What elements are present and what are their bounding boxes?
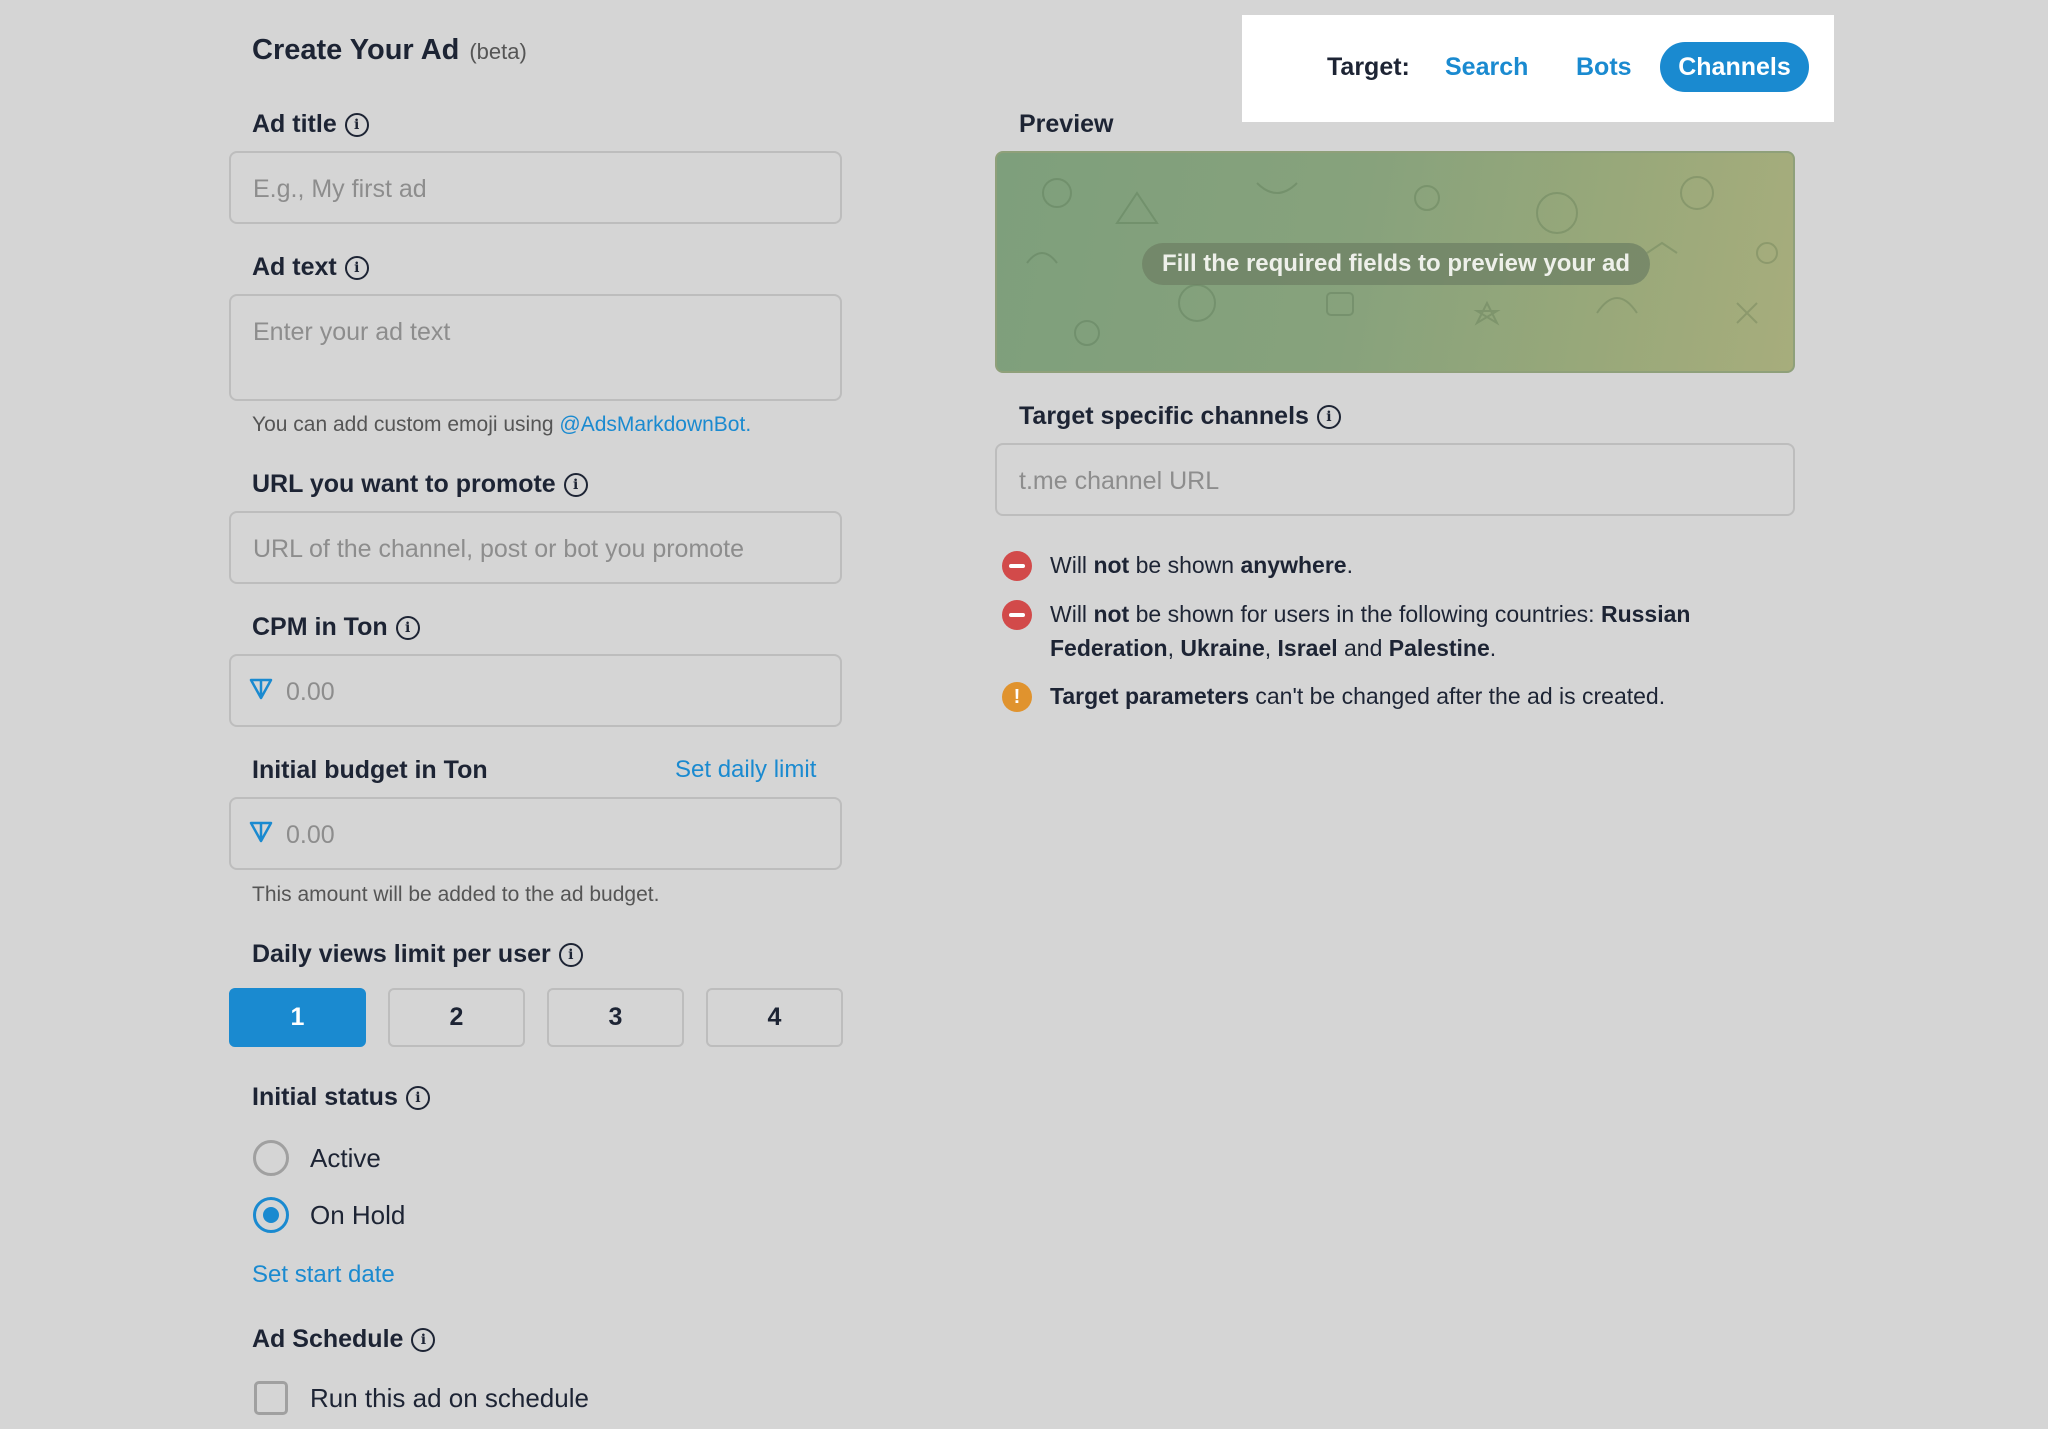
page-title-text: Create Your Ad xyxy=(252,34,460,66)
note-country-restriction: Will not be shown for users in the follo… xyxy=(1050,601,1691,661)
status-onhold-radio[interactable] xyxy=(253,1197,289,1233)
emoji-hint-text: You can add custom emoji using xyxy=(252,413,560,436)
ads-markdown-bot-link[interactable]: @AdsMarkdownBot xyxy=(559,413,745,436)
target-selector: Target: Search Bots Channels xyxy=(1242,15,1834,122)
cpm-label-text: CPM in Ton xyxy=(252,613,388,641)
budget-hint: This amount will be added to the ad budg… xyxy=(252,883,660,906)
set-daily-limit-link[interactable]: Set daily limit xyxy=(675,756,816,784)
beta-badge: (beta) xyxy=(469,39,527,64)
channels-label-text: Target specific channels xyxy=(1019,402,1309,430)
budget-label-text: Initial budget in Ton xyxy=(252,756,488,784)
channel-url-input[interactable]: t.me channel URL xyxy=(995,443,1795,516)
info-icon[interactable]: i xyxy=(1316,404,1341,429)
page-title: Create Your Ad (beta) xyxy=(252,34,527,67)
warning-icon: ! xyxy=(1002,682,1032,712)
target-bots-tab[interactable]: Bots xyxy=(1576,53,1632,82)
url-input[interactable]: URL of the channel, post or bot you prom… xyxy=(229,511,842,584)
target-search-tab[interactable]: Search xyxy=(1445,53,1528,82)
ad-title-placeholder: E.g., My first ad xyxy=(253,175,427,203)
schedule-label-text: Ad Schedule xyxy=(252,1325,404,1353)
views-option-3[interactable]: 3 xyxy=(547,988,684,1047)
schedule-checkbox-label[interactable]: Run this ad on schedule xyxy=(310,1383,589,1414)
ad-text-placeholder: Enter your ad text xyxy=(253,318,451,346)
preview-message: Fill the required fields to preview your… xyxy=(1142,243,1650,285)
views-label: Daily views limit per user i xyxy=(252,940,583,969)
status-onhold-label[interactable]: On Hold xyxy=(310,1200,405,1231)
info-icon[interactable]: i xyxy=(395,615,420,640)
channels-label: Target specific channels i xyxy=(1019,402,1341,431)
preview-label: Preview xyxy=(1019,110,1114,139)
url-label: URL you want to promote i xyxy=(252,470,588,499)
budget-label: Initial budget in Ton xyxy=(252,756,488,785)
info-icon[interactable]: i xyxy=(558,942,583,967)
info-icon[interactable]: i xyxy=(344,255,369,280)
budget-input[interactable]: 0.00 xyxy=(229,797,842,870)
preview-label-text: Preview xyxy=(1019,110,1114,138)
cpm-input[interactable]: 0.00 xyxy=(229,654,842,727)
views-option-4[interactable]: 4 xyxy=(706,988,843,1047)
error-icon xyxy=(1002,600,1032,630)
ad-text-label: Ad text i xyxy=(252,253,369,282)
schedule-label: Ad Schedule i xyxy=(252,1325,436,1354)
cpm-label: CPM in Ton i xyxy=(252,613,420,642)
cpm-placeholder: 0.00 xyxy=(286,678,335,706)
views-option-1[interactable]: 1 xyxy=(229,988,366,1047)
status-active-radio[interactable] xyxy=(253,1140,289,1176)
views-label-text: Daily views limit per user xyxy=(252,940,551,968)
info-icon[interactable]: i xyxy=(411,1327,436,1352)
note-target-params: Target parameters can't be changed after… xyxy=(1050,683,1666,709)
ton-icon xyxy=(249,821,273,843)
views-option-2[interactable]: 2 xyxy=(388,988,525,1047)
status-label: Initial status i xyxy=(252,1083,430,1112)
info-icon[interactable]: i xyxy=(405,1085,430,1110)
url-label-text: URL you want to promote xyxy=(252,470,556,498)
url-placeholder: URL of the channel, post or bot you prom… xyxy=(253,535,745,563)
ad-text-input[interactable]: Enter your ad text xyxy=(229,294,842,401)
ad-title-input[interactable]: E.g., My first ad xyxy=(229,151,842,224)
info-icon[interactable]: i xyxy=(563,472,588,497)
info-icon[interactable]: i xyxy=(344,112,369,137)
ton-icon xyxy=(249,678,273,700)
channel-url-placeholder: t.me channel URL xyxy=(1019,467,1220,495)
emoji-hint-suffix: . xyxy=(745,413,752,436)
note-not-shown-anywhere: Will not be shown anywhere. xyxy=(1050,552,1353,578)
emoji-hint: You can add custom emoji using @AdsMarkd… xyxy=(252,413,751,437)
set-start-date-link[interactable]: Set start date xyxy=(252,1261,395,1289)
status-active-label[interactable]: Active xyxy=(310,1143,381,1174)
ad-title-label: Ad title i xyxy=(252,110,369,139)
ad-preview: Fill the required fields to preview your… xyxy=(995,151,1795,373)
target-channels-tab[interactable]: Channels xyxy=(1660,42,1809,92)
ad-text-label-text: Ad text xyxy=(252,253,337,281)
error-icon xyxy=(1002,551,1032,581)
schedule-checkbox[interactable] xyxy=(254,1381,288,1415)
target-label: Target: xyxy=(1327,53,1410,81)
ad-title-label-text: Ad title xyxy=(252,110,337,138)
status-label-text: Initial status xyxy=(252,1083,398,1111)
budget-placeholder: 0.00 xyxy=(286,821,335,849)
